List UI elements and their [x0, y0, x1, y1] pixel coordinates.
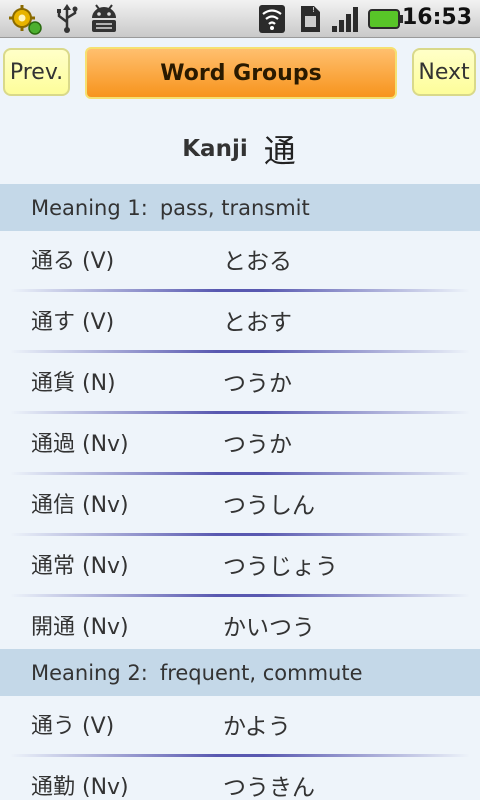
word-label: 通う (V) — [31, 714, 115, 739]
list-item[interactable]: 通る (V) とおる — [0, 231, 480, 292]
word-reading: つうしん — [223, 493, 315, 519]
word-reading: とおす — [223, 310, 292, 336]
prev-button[interactable]: Prev. — [3, 48, 70, 96]
kanji-label: Kanji — [182, 136, 248, 162]
word-reading: つうか — [223, 371, 292, 397]
clock: 16:53 — [401, 5, 472, 30]
meaning-number: Meaning 2: — [31, 660, 148, 685]
android-debug-icon — [88, 4, 120, 38]
word-label: 通過 (Nv) — [31, 432, 129, 457]
list-item[interactable]: 通す (V) とおす — [0, 292, 480, 353]
wifi-icon — [258, 4, 286, 38]
meaning-gloss: pass, transmit — [159, 195, 310, 220]
kanji-heading: Kanji 通 — [0, 126, 480, 172]
meaning-gloss: frequent, commute — [159, 660, 363, 685]
meaning-header: Meaning 2: frequent, commute — [0, 649, 480, 696]
word-groups-button[interactable]: Word Groups — [85, 47, 397, 99]
word-label: 通信 (Nv) — [31, 493, 129, 518]
kanji-character: 通 — [263, 132, 296, 170]
battery-icon — [368, 7, 404, 35]
meaning-number: Meaning 1: — [31, 195, 148, 220]
word-reading: つうきん — [223, 775, 315, 800]
word-reading: とおる — [223, 249, 292, 275]
word-label: 通勤 (Nv) — [31, 775, 129, 800]
svg-text:!: ! — [312, 6, 315, 14]
meaning-header: Meaning 1: pass, transmit — [0, 184, 480, 231]
list-item[interactable]: 通貨 (N) つうか — [0, 353, 480, 414]
list-item[interactable]: 通う (V) かよう — [0, 696, 480, 757]
word-label: 通常 (Nv) — [31, 554, 129, 579]
sim-icon: ! — [296, 4, 324, 38]
list-item[interactable]: 通過 (Nv) つうか — [0, 414, 480, 475]
list-item[interactable]: 通常 (Nv) つうじょう — [0, 536, 480, 597]
word-label: 通る (V) — [31, 249, 115, 274]
list-item[interactable]: 通勤 (Nv) つうきん — [0, 757, 480, 800]
list-item[interactable]: 開通 (Nv) かいつう — [0, 597, 480, 649]
status-bar: ! 16:53 — [0, 0, 480, 38]
word-label: 通貨 (N) — [31, 371, 116, 396]
word-reading: つうか — [223, 432, 292, 458]
word-reading: かいつう — [223, 615, 315, 641]
signal-icon — [330, 4, 364, 38]
toolbar: Prev. Word Groups Next — [0, 38, 480, 108]
word-reading: かよう — [223, 714, 291, 740]
word-label: 開通 (Nv) — [31, 615, 129, 640]
word-label: 通す (V) — [31, 310, 115, 335]
word-reading: つうじょう — [223, 554, 338, 580]
list-item[interactable]: 通信 (Nv) つうしん — [0, 475, 480, 536]
next-button[interactable]: Next — [412, 48, 476, 96]
gear-notification-icon — [8, 4, 44, 40]
usb-icon — [54, 4, 80, 38]
